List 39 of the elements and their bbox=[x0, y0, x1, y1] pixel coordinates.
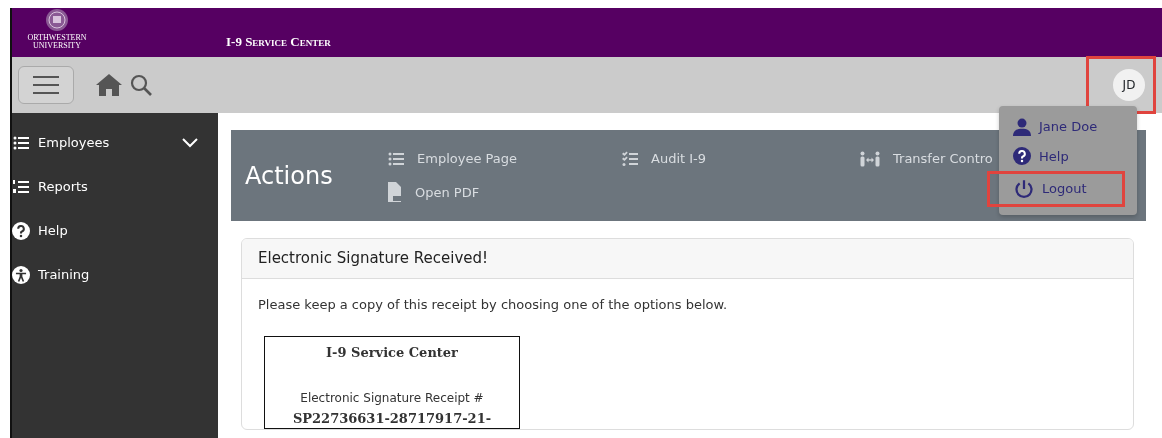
menu-button[interactable] bbox=[18, 66, 74, 104]
list-icon bbox=[12, 179, 30, 195]
menu-icon bbox=[33, 76, 59, 94]
people-arrows-icon bbox=[859, 150, 881, 167]
sidebar-label: Reports bbox=[38, 178, 89, 197]
sidebar-label: Employees bbox=[38, 134, 111, 153]
action-link[interactable]: Audit I-9 bbox=[621, 148, 859, 169]
sidebar-item[interactable]: Training bbox=[12, 253, 218, 297]
sidebar-item[interactable]: Reports bbox=[12, 165, 218, 209]
seal-logo bbox=[45, 8, 69, 33]
sidebar-label: Training bbox=[38, 266, 91, 285]
user-avatar[interactable]: JD bbox=[1113, 69, 1145, 101]
checklist-icon bbox=[621, 150, 639, 167]
action-link[interactable]: Open PDF bbox=[387, 182, 621, 203]
menu-item[interactable]: Logout bbox=[987, 171, 1125, 207]
sidebar-item[interactable]: Help bbox=[12, 209, 218, 253]
receipt-title: I-9 Service Center bbox=[325, 344, 459, 362]
user-icon bbox=[1013, 117, 1031, 136]
menu-item[interactable]: Help bbox=[999, 141, 1137, 171]
sidebar-label: Help bbox=[38, 222, 69, 241]
action-link[interactable]: Employee Page bbox=[387, 148, 621, 169]
sidebar-item[interactable]: Employees bbox=[12, 121, 218, 165]
help-icon bbox=[1013, 147, 1031, 166]
list-icon bbox=[387, 150, 405, 167]
instruction-text: Please keep a copy of this receipt by choosing one of the options below. bbox=[258, 295, 729, 314]
receipt-label: Electronic Signature Receipt # bbox=[299, 389, 485, 407]
actions-title: Actions bbox=[245, 160, 334, 192]
app-title: I-9 Service Center bbox=[226, 32, 331, 51]
home-icon[interactable] bbox=[96, 74, 122, 96]
chevron-down-icon[interactable] bbox=[182, 138, 198, 148]
logo-text: ORTHWESTERN bbox=[27, 34, 87, 43]
pdf-file-icon bbox=[387, 182, 403, 203]
list-icon bbox=[12, 135, 30, 151]
power-icon bbox=[1014, 179, 1034, 199]
menu-item[interactable]: Jane Doe bbox=[999, 112, 1137, 142]
receipt-number: SP22736631-28717917-21- bbox=[291, 409, 493, 428]
card-title: Electronic Signature Received! bbox=[242, 239, 1133, 279]
logo-subtext: UNIVERSITY bbox=[33, 42, 81, 51]
search-icon[interactable] bbox=[130, 74, 152, 96]
